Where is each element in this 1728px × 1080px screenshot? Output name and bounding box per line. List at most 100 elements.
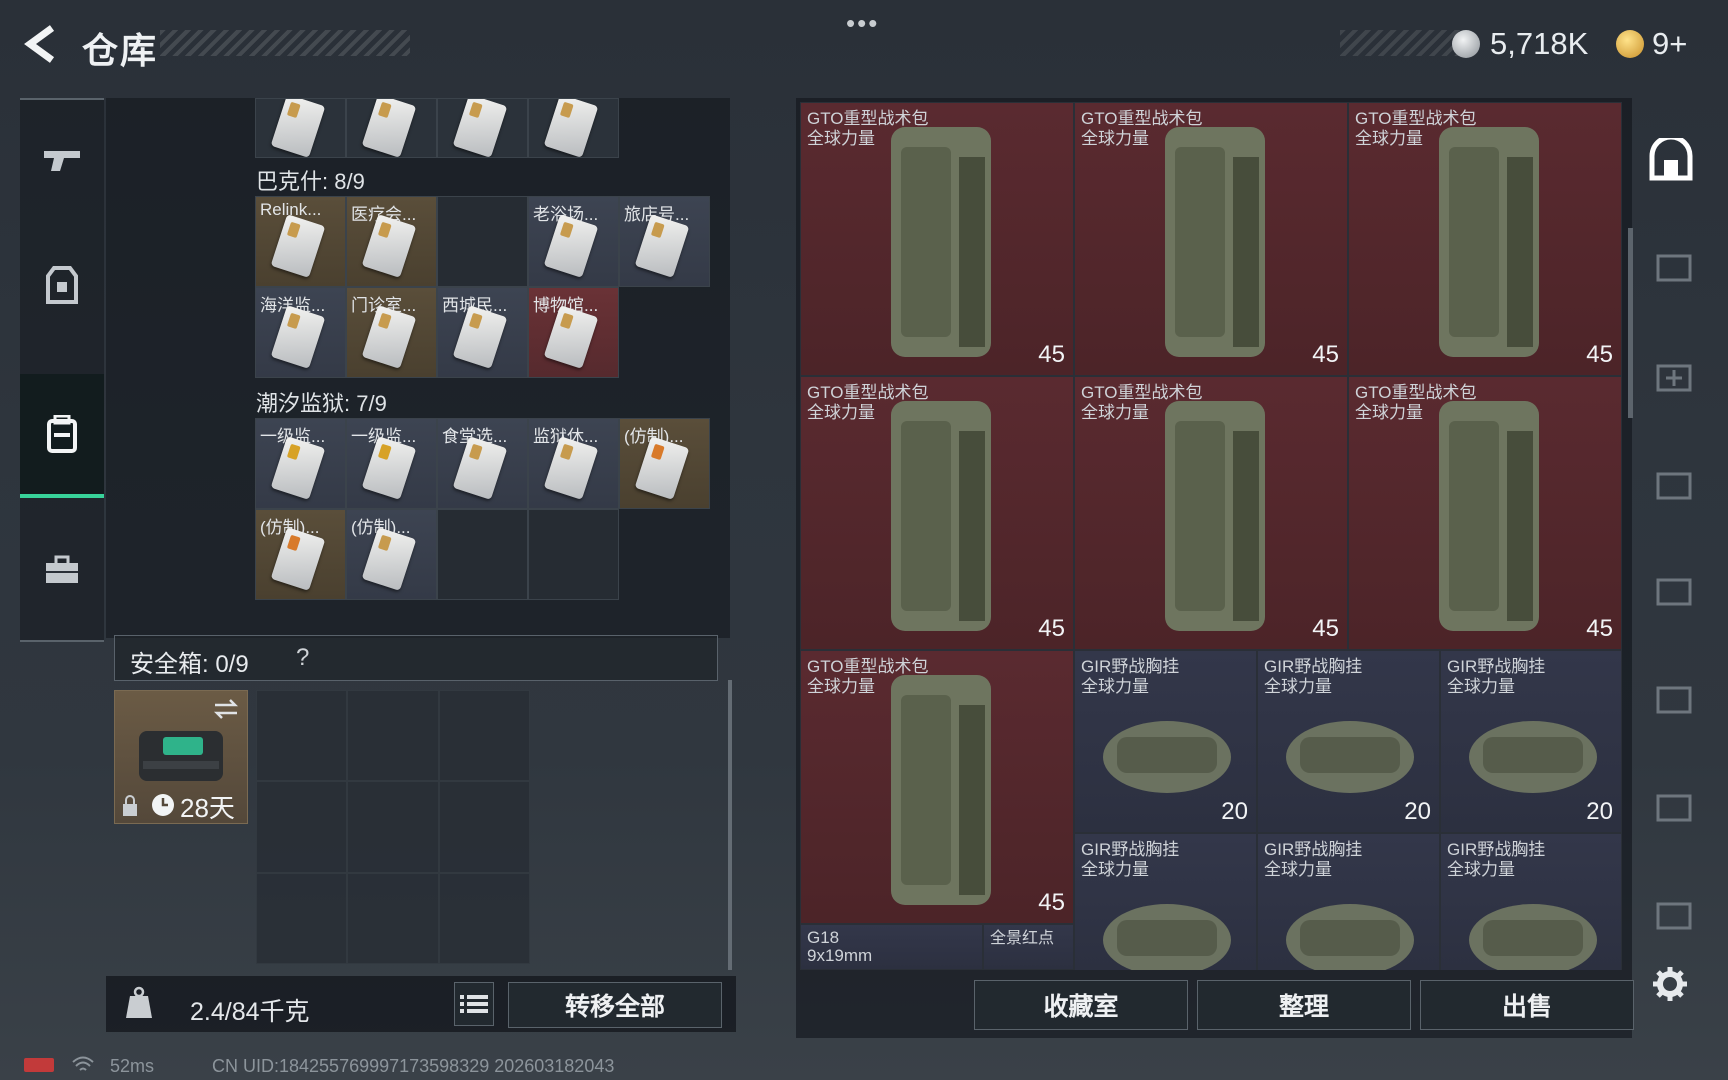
key-card-slot[interactable]: 门诊室...: [346, 287, 437, 378]
vest-item[interactable]: GIR野战胸挂 全球力量: [1257, 833, 1440, 970]
item-count: 20: [1586, 798, 1613, 825]
key-card-slot[interactable]: 博物馆...: [528, 287, 619, 378]
safe-box-grid: [256, 690, 530, 964]
sell-button[interactable]: 出售: [1420, 980, 1634, 1030]
scope-item[interactable]: 全景红点: [983, 924, 1074, 970]
key-card-slot[interactable]: 医疗会...: [346, 196, 437, 287]
key-card-slot[interactable]: Relink...: [255, 196, 346, 287]
empty-slot[interactable]: [528, 509, 619, 600]
item-name: 全景红点: [990, 930, 1055, 947]
transfer-all-button[interactable]: 转移全部: [508, 982, 722, 1028]
safe-slot[interactable]: [347, 872, 439, 964]
key-card-slot[interactable]: 海洋监...: [255, 287, 346, 378]
chest-rig-icon: [1103, 904, 1231, 970]
help-icon[interactable]: ?: [296, 644, 309, 672]
empty-slot[interactable]: [437, 509, 528, 600]
item-title: GIR野战胸挂: [1447, 657, 1546, 676]
box-tier3-icon[interactable]: [1648, 464, 1694, 504]
key-card-slot[interactable]: 一级监...: [255, 418, 346, 509]
safe-slot[interactable]: [347, 690, 439, 782]
key-card-slot[interactable]: 老浴场...: [528, 196, 619, 287]
vest-item[interactable]: GIR野战胸挂 全球力量 20: [1257, 650, 1440, 833]
item-count: 45: [1038, 889, 1065, 916]
item-subtitle: 全球力量: [1447, 677, 1515, 696]
currency-amount: 5,718K: [1490, 26, 1589, 61]
stash-grid-bakesh: Relink... 医疗会... 老浴场... 旅店号... 海洋监... 门诊…: [255, 196, 710, 378]
safe-slot[interactable]: [256, 872, 348, 964]
back-arrow-icon[interactable]: [20, 22, 64, 66]
item-name: GIR野战胸挂 全球力量: [1447, 840, 1545, 880]
key-card-slot[interactable]: (仿制)...: [255, 509, 346, 600]
item-subtitle: 全球力量: [1081, 129, 1149, 148]
backpack-icon: [47, 415, 77, 453]
safe-slot[interactable]: [438, 781, 530, 873]
safe-slot[interactable]: [438, 872, 530, 964]
swap-icon[interactable]: [213, 699, 239, 719]
backpack-item[interactable]: GTO重型战术包 全球力量 45: [800, 102, 1074, 376]
case-tier4b-icon[interactable]: [1648, 786, 1694, 826]
item-count: 45: [1586, 341, 1613, 368]
case-tier5-icon[interactable]: [1648, 894, 1694, 934]
item-subtitle: 全球力量: [1264, 677, 1332, 696]
nav-armor[interactable]: [20, 225, 104, 345]
more-dots[interactable]: •••: [846, 8, 879, 39]
backpack-item[interactable]: GTO重型战术包 全球力量 45: [1348, 102, 1622, 376]
key-card-slot[interactable]: [255, 98, 346, 158]
settings-gear-icon[interactable]: [1652, 966, 1688, 1002]
key-card-slot[interactable]: 监狱休...: [528, 418, 619, 509]
box-tier5-icon[interactable]: [1648, 570, 1694, 610]
key-card-slot[interactable]: 旅店号...: [619, 196, 710, 287]
item-title: GIR野战胸挂: [1264, 657, 1363, 676]
currency-decoration: [1340, 30, 1460, 56]
box-tier4-icon[interactable]: [1648, 246, 1694, 286]
status-bar: 52ms CN UID:1842557699971735983​29 20260…: [0, 1052, 1728, 1080]
vest-item[interactable]: GIR野战胸挂 全球力量 20: [1074, 650, 1257, 833]
key-card-slot[interactable]: 食堂选...: [437, 418, 528, 509]
vest-item[interactable]: GIR野战胸挂 全球力量: [1440, 833, 1622, 970]
list-icon: [460, 995, 488, 1013]
pistol-icon: [44, 151, 80, 171]
backpack-item[interactable]: GTO重型战术包 全球力量 45: [1348, 376, 1622, 650]
stash-scrollbar[interactable]: [728, 680, 732, 970]
collection-room-button[interactable]: 收藏室: [974, 980, 1188, 1030]
key-card-slot[interactable]: [346, 98, 437, 158]
key-card-slot[interactable]: [437, 98, 528, 158]
loot-scrollbar[interactable]: [1628, 228, 1633, 418]
armor-icon: [46, 266, 78, 304]
case-tier4-icon[interactable]: [1648, 678, 1694, 718]
nav-weapons[interactable]: [20, 100, 104, 220]
nav-toolbox[interactable]: [20, 510, 104, 630]
key-card-slot[interactable]: (仿制)...: [619, 418, 710, 509]
stash-tab-icon[interactable]: [1648, 138, 1694, 184]
backpack-item[interactable]: GTO重型战术包 全球力量 45: [800, 650, 1074, 924]
item-subtitle: 全球力量: [1264, 860, 1332, 879]
item-name: GIR野战胸挂 全球力量: [1264, 657, 1362, 697]
list-view-button[interactable]: [454, 982, 494, 1026]
key-card-slot[interactable]: 西城民...: [437, 287, 528, 378]
empty-slot[interactable]: [437, 196, 528, 287]
key-card-slot[interactable]: [528, 98, 619, 158]
chest-rig-icon: [1469, 721, 1597, 793]
chest-rig-icon: [1286, 904, 1414, 970]
key-card-slot[interactable]: (仿制)...: [346, 509, 437, 600]
vest-item[interactable]: GIR野战胸挂 全球力量 20: [1440, 650, 1622, 833]
organize-button[interactable]: 整理: [1197, 980, 1411, 1030]
safe-slot[interactable]: [347, 781, 439, 873]
nav-backpack[interactable]: [20, 374, 104, 498]
safe-slot[interactable]: [438, 690, 530, 782]
backpack-icon: [1165, 127, 1265, 357]
battery-icon: [24, 1058, 54, 1072]
backpack-item[interactable]: GTO重型战术包 全球力量 45: [1074, 102, 1348, 376]
vest-item[interactable]: GIR野战胸挂 全球力量: [1074, 833, 1257, 970]
backpack-item[interactable]: GTO重型战术包 全球力量 45: [800, 376, 1074, 650]
backpack-icon: [1439, 127, 1539, 357]
gun-item[interactable]: G18 9x19mm: [800, 924, 983, 970]
item-subtitle: 全球力量: [1355, 403, 1423, 422]
backpack-item[interactable]: GTO重型战术包 全球力量 45: [1074, 376, 1348, 650]
item-count: 45: [1312, 615, 1339, 642]
medkit-tier4-icon[interactable]: [1648, 356, 1694, 396]
key-card-slot[interactable]: 一级监...: [346, 418, 437, 509]
safe-slot[interactable]: [256, 690, 348, 782]
safe-slot[interactable]: [256, 781, 348, 873]
premium-amount[interactable]: 9+: [1652, 26, 1687, 62]
